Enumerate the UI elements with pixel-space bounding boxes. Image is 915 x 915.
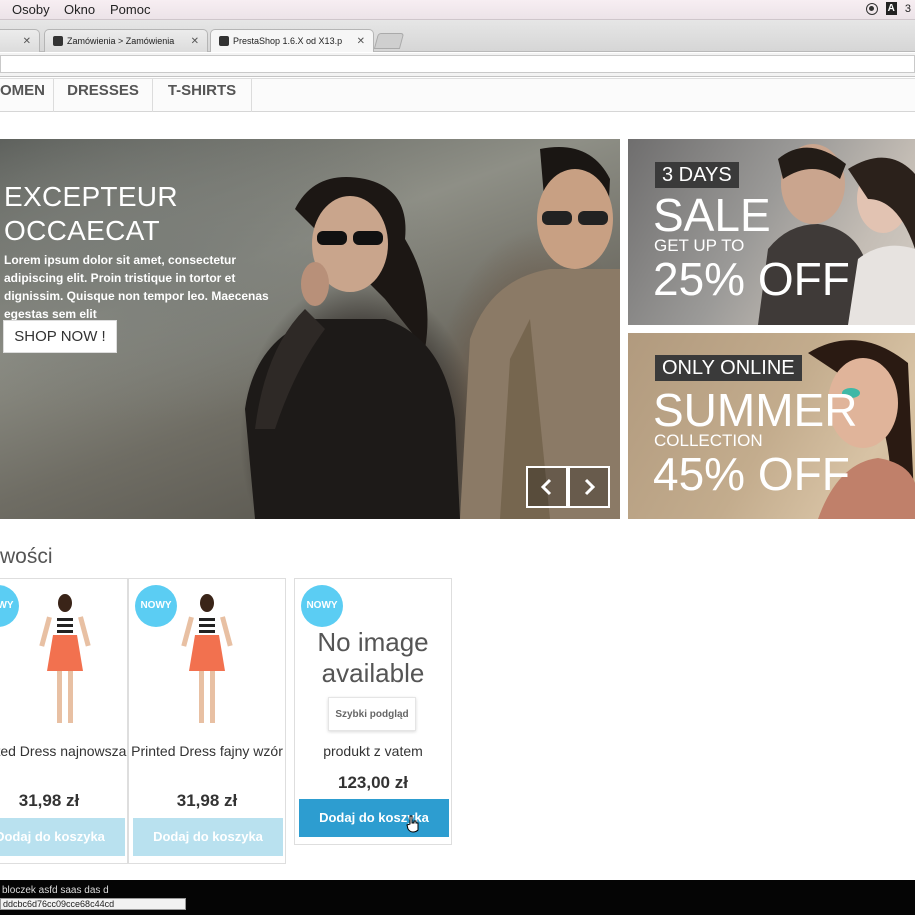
dress-product-image bbox=[181, 594, 233, 723]
tab-prestashop[interactable]: PrestaShop 1.6.X od X13.p ✕ bbox=[210, 29, 374, 52]
menu-osoby[interactable]: Osoby bbox=[12, 2, 50, 17]
nav-item-tshirts[interactable]: T-SHIRTS bbox=[153, 79, 252, 112]
menu-okno[interactable]: Okno bbox=[64, 2, 95, 17]
menu-tray: A 3 bbox=[865, 2, 911, 15]
no-image-placeholder: No image available bbox=[317, 627, 429, 688]
product-name[interactable]: produkt z vatem bbox=[295, 741, 451, 771]
slide-title-line: OCCAECAT bbox=[4, 215, 160, 246]
home-slider[interactable]: EXCEPTEUR OCCAECAT Lorem ipsum dolor sit… bbox=[0, 139, 620, 519]
add-to-cart-button[interactable]: Dodaj do koszyka bbox=[0, 818, 125, 856]
nav-item-dresses[interactable]: DRESSES bbox=[54, 79, 153, 112]
add-to-cart-button[interactable]: Dodaj do koszyka bbox=[299, 799, 449, 837]
new-badge: NOWY bbox=[301, 585, 343, 627]
product-price: 31,98 zł bbox=[18, 791, 80, 810]
browser-tab-strip: ✕ Zamówienia > Zamówienia ✕ PrestaShop 1… bbox=[0, 20, 915, 52]
tab-label: PrestaShop 1.6.X od X13.p bbox=[233, 36, 343, 46]
slide-model-woman-image bbox=[245, 177, 460, 519]
banner-headline: SALE bbox=[653, 189, 771, 241]
url-input[interactable] bbox=[0, 55, 915, 73]
menu-pomoc[interactable]: Pomoc bbox=[110, 2, 150, 17]
promo-banner-sale[interactable]: 3 DAYS SALE GET UP TO 25% OFF bbox=[628, 139, 915, 325]
debug-text: bloczek asfd saas das d bbox=[2, 885, 109, 896]
tab-label: Zamówienia > Zamówienia bbox=[67, 36, 175, 46]
prestashop-favicon-icon bbox=[219, 36, 229, 46]
banner-offer: 25% OFF bbox=[653, 253, 850, 305]
record-icon[interactable] bbox=[865, 2, 878, 15]
slide-title: EXCEPTEUR OCCAECAT bbox=[4, 180, 178, 248]
prestashop-favicon-icon bbox=[53, 36, 63, 46]
promo-banner-summer[interactable]: ONLY ONLINE SUMMER COLLECTION 45% OFF bbox=[628, 333, 915, 519]
quick-view-button[interactable]: Szybki podgląd bbox=[328, 697, 416, 731]
store-top-menu: OMEN DRESSES T-SHIRTS bbox=[0, 78, 915, 112]
hand-cursor-icon bbox=[406, 815, 419, 833]
product-image[interactable]: NOWY bbox=[0, 579, 127, 739]
tab-zamowienia[interactable]: Zamówienia > Zamówienia ✕ bbox=[44, 29, 208, 52]
dress-product-image bbox=[39, 594, 91, 723]
product-image[interactable]: NOWY No image available Szybki podgląd bbox=[295, 579, 451, 739]
banner-tag: ONLY ONLINE bbox=[655, 355, 802, 381]
product-price: 123,00 zł bbox=[338, 773, 408, 792]
slider-prev-button[interactable] bbox=[526, 466, 568, 508]
slide-description: Lorem ipsum dolor sit amet, consectetur … bbox=[4, 253, 269, 321]
address-bar bbox=[0, 53, 915, 77]
slide-title-line: EXCEPTEUR bbox=[4, 181, 178, 212]
product-price: 31,98 zł bbox=[176, 791, 238, 810]
banner-offer: 45% OFF bbox=[653, 448, 850, 500]
product-card[interactable]: NOWY No image available Szybki podgląd p… bbox=[294, 578, 452, 845]
tray-badge: 3 bbox=[904, 2, 911, 15]
new-badge: NOWY bbox=[135, 585, 177, 627]
tab-previous[interactable]: ✕ bbox=[0, 29, 40, 52]
close-icon[interactable]: ✕ bbox=[191, 36, 199, 47]
new-tab-button[interactable] bbox=[373, 33, 405, 49]
slider-next-button[interactable] bbox=[568, 466, 610, 508]
product-name[interactable]: Printed Dress fajny wzór bbox=[129, 741, 285, 781]
chevron-left-icon bbox=[540, 478, 552, 496]
debug-hash-field[interactable]: ddcbc6d76cc09cce68c44cd bbox=[0, 898, 186, 910]
product-card[interactable]: NOWY Printed Dress najnowsza 31,98 zł Do… bbox=[0, 578, 128, 864]
product-name[interactable]: Printed Dress najnowsza bbox=[0, 741, 127, 781]
new-badge: NOWY bbox=[0, 585, 19, 627]
debug-bar: bloczek asfd saas das d ddcbc6d76cc09cce… bbox=[0, 880, 915, 915]
close-icon[interactable]: ✕ bbox=[23, 36, 31, 47]
add-to-cart-button[interactable]: Dodaj do koszyka bbox=[133, 818, 283, 856]
os-menu-bar: Osoby Okno Pomoc A 3 bbox=[0, 0, 915, 20]
banner-headline: SUMMER bbox=[653, 384, 858, 436]
chevron-right-icon bbox=[584, 478, 596, 496]
nav-item-women[interactable]: OMEN bbox=[0, 79, 54, 112]
shop-now-button[interactable]: SHOP NOW ! bbox=[3, 320, 117, 353]
adobe-icon[interactable]: A bbox=[885, 2, 897, 15]
new-products-title: wości bbox=[0, 545, 53, 568]
product-image[interactable]: NOWY bbox=[129, 579, 285, 739]
banner-tag: 3 DAYS bbox=[655, 162, 739, 188]
close-icon[interactable]: ✕ bbox=[357, 36, 365, 47]
product-card[interactable]: NOWY Printed Dress fajny wzór 31,98 zł D… bbox=[128, 578, 286, 864]
slide-model-man-image bbox=[460, 147, 620, 519]
